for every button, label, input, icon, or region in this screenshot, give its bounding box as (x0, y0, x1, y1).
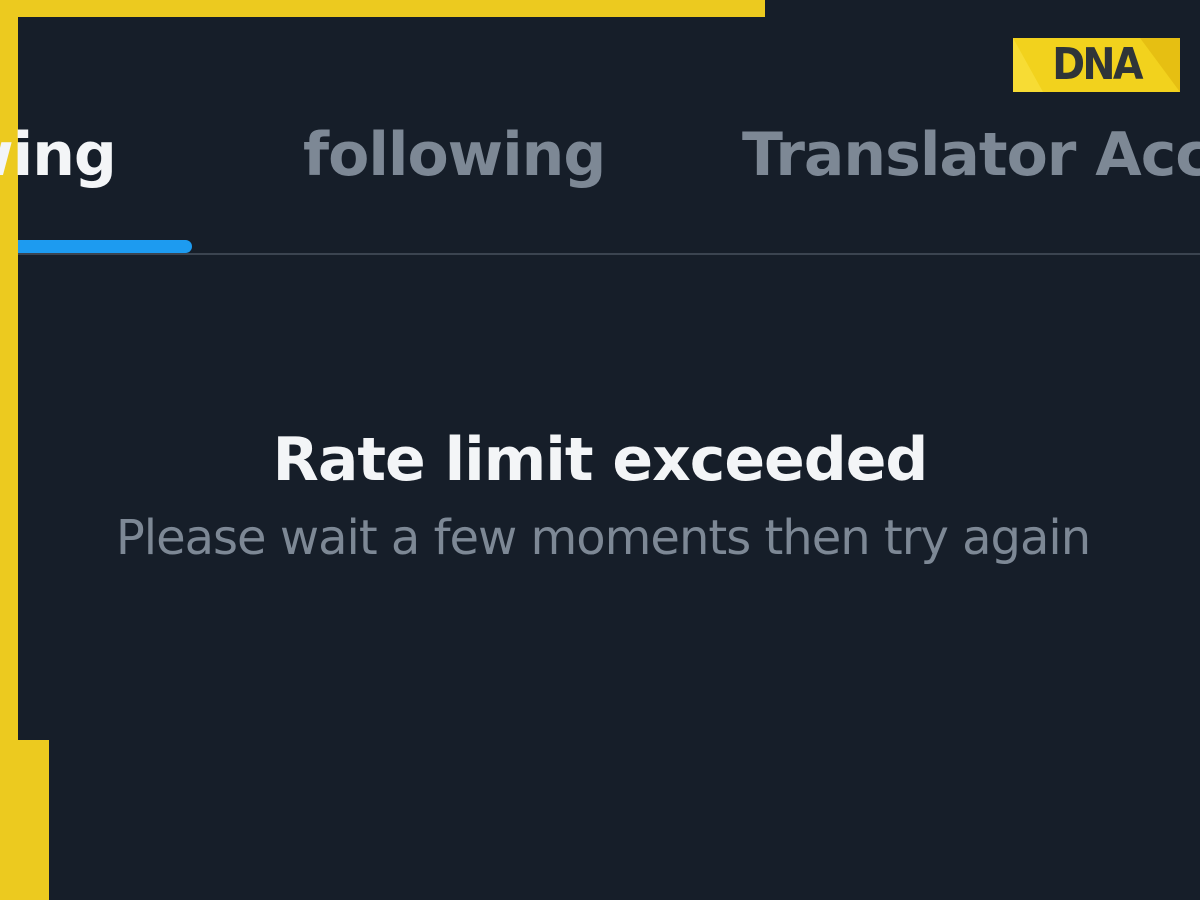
tab-divider (18, 253, 1200, 255)
logo-text: DNA (1052, 39, 1143, 90)
error-subtitle: Please wait a few moments then try again (115, 510, 1091, 566)
screenshot-canvas: DNA owing following Translator Acc Rate … (0, 0, 1200, 900)
tab-translator-accounts[interactable]: Translator Acc (742, 110, 1200, 200)
dna-logo: DNA (1013, 38, 1180, 92)
tab-following[interactable]: following (303, 110, 606, 200)
tab-following-active[interactable]: owing (0, 110, 117, 200)
active-tab-indicator (18, 240, 192, 253)
error-title: Rate limit exceeded (272, 425, 929, 495)
yellow-frame-left-bottom (0, 740, 49, 900)
